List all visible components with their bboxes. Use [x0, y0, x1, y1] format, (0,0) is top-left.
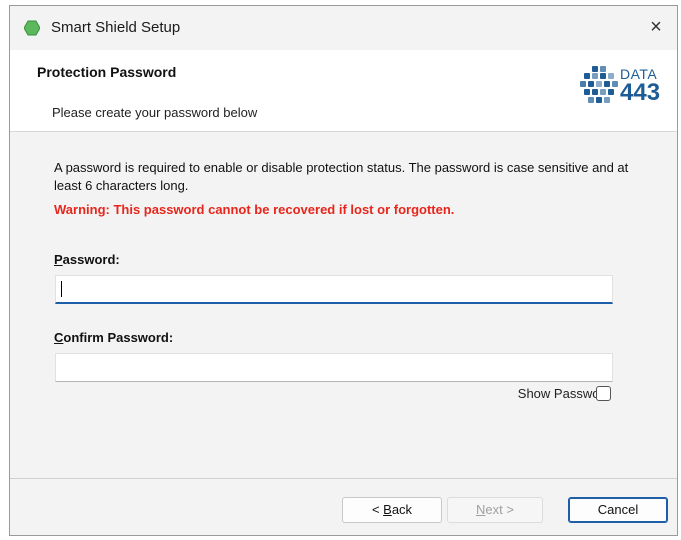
setup-window: Smart Shield Setup × Protection Password… [9, 5, 678, 536]
logo-line2: 443 [620, 79, 661, 106]
window-title: Smart Shield Setup [51, 19, 181, 36]
password-label-text: assword: [62, 252, 120, 267]
confirm-password-label: Confirm Password: [54, 330, 173, 345]
page-title: Protection Password [37, 64, 177, 80]
title-bar: Smart Shield Setup × [10, 6, 677, 50]
wizard-content: A password is required to enable or disa… [10, 132, 677, 478]
back-text: ack [391, 502, 413, 517]
recovery-warning: Warning: This password cannot be recover… [54, 202, 455, 217]
show-password-checkbox[interactable] [596, 386, 611, 401]
confirm-label-mnemonic: C [54, 330, 64, 345]
next-button[interactable]: Next > [447, 497, 543, 523]
close-button[interactable]: × [641, 12, 671, 42]
logo-mark-icon [580, 66, 618, 103]
back-prefix: < [371, 502, 384, 517]
password-input[interactable] [55, 275, 613, 304]
data443-logo: DATA 443 [578, 60, 674, 112]
password-label: Password: [54, 252, 120, 267]
text-caret [61, 281, 62, 297]
password-label-mnemonic: P [54, 252, 63, 267]
confirm-password-input[interactable] [55, 353, 613, 382]
page-subtitle: Please create your password below [52, 105, 258, 120]
hexagon-icon [24, 20, 40, 36]
confirm-label-text: onfirm Password: [63, 330, 174, 345]
next-mnemonic: N [476, 502, 486, 517]
footer-divider [10, 478, 677, 479]
next-text: ext > [485, 502, 514, 517]
password-description: A password is required to enable or disa… [54, 160, 629, 193]
back-button[interactable]: < Back [342, 497, 442, 523]
cancel-button[interactable]: Cancel [568, 497, 668, 523]
back-mnemonic: B [383, 502, 392, 517]
wizard-header: Protection Password Please create your p… [10, 50, 677, 132]
